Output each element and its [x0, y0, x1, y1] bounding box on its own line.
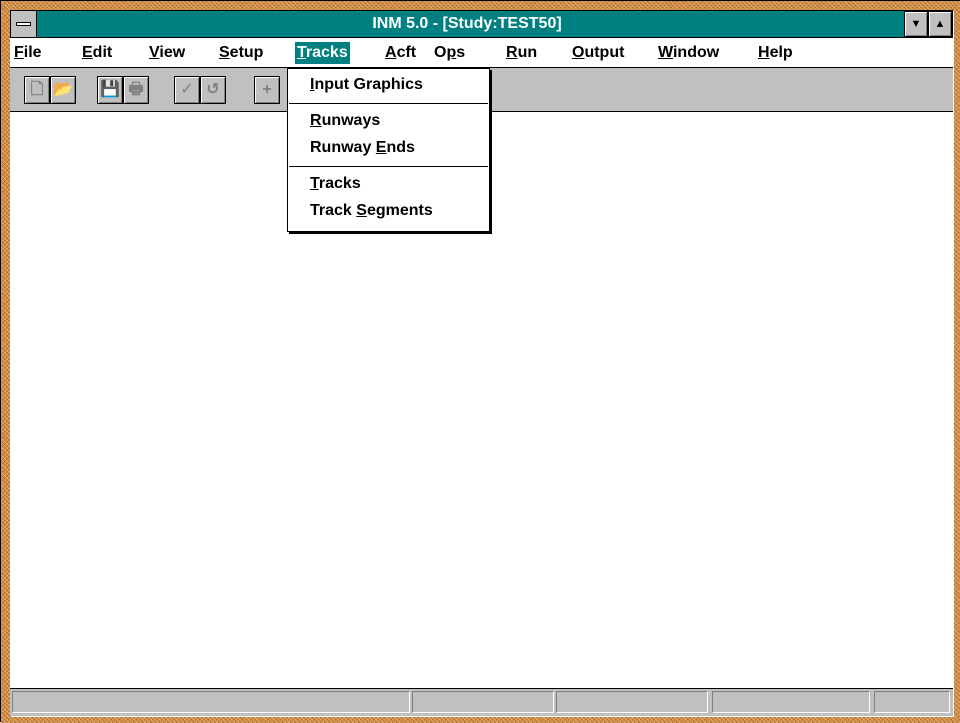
- window-border-right[interactable]: [954, 1, 960, 723]
- menu-acft[interactable]: Acft: [383, 42, 418, 64]
- status-pane: [412, 691, 554, 713]
- new-file-button[interactable]: 🗋: [24, 76, 50, 104]
- status-pane: [712, 691, 870, 713]
- menu-help[interactable]: Help: [756, 42, 795, 64]
- undo-icon: ↺: [206, 81, 220, 98]
- triangle-up-icon: ▲: [934, 18, 946, 30]
- open-folder-button[interactable]: 📂: [50, 76, 76, 104]
- menu-output[interactable]: Output: [570, 42, 626, 64]
- status-pane: [874, 691, 950, 713]
- menu-item-runway-ends[interactable]: Runway Ends: [288, 135, 489, 161]
- system-menu-icon: [16, 22, 31, 26]
- undo-button[interactable]: ↺: [200, 76, 226, 104]
- tracks-menu-dropdown: Input Graphics Runways Runway Ends Tracks Tr…: [287, 68, 490, 232]
- menu-setup[interactable]: Setup: [217, 42, 265, 64]
- menu-view[interactable]: View: [147, 42, 187, 64]
- save-icon: 💾: [100, 81, 120, 98]
- menu-item-input-graphics[interactable]: Input Graphics: [288, 72, 489, 98]
- menu-item-runways[interactable]: Runways: [288, 108, 489, 134]
- system-menu-button[interactable]: [11, 11, 37, 37]
- plus-icon: +: [262, 81, 272, 98]
- menu-tracks[interactable]: Tracks: [295, 42, 350, 64]
- menu-separator: [289, 166, 488, 167]
- window-title: INM 5.0 - [Study:TEST50]: [372, 15, 562, 32]
- menu-item-track-segments[interactable]: Track Segments: [288, 198, 489, 224]
- open-folder-icon: 📂: [53, 81, 73, 98]
- new-file-icon: 🗋: [30, 81, 44, 98]
- title-bar[interactable]: INM 5.0 - [Study:TEST50] ▼ ▲: [10, 10, 953, 38]
- plus-button[interactable]: +: [254, 76, 280, 104]
- check-icon: ✓: [180, 81, 194, 98]
- print-button[interactable]: 🖶: [123, 76, 149, 104]
- maximize-button[interactable]: ▲: [928, 11, 952, 37]
- status-pane: [556, 691, 708, 713]
- menu-edit[interactable]: Edit: [80, 42, 114, 64]
- window-border-bottom[interactable]: [1, 717, 960, 723]
- menu-bar: File Edit View Setup Tracks Acft Ops Run Output W…: [10, 38, 953, 68]
- menu-separator: [289, 103, 488, 104]
- save-button[interactable]: 💾: [97, 76, 123, 104]
- menu-ops[interactable]: Ops: [432, 42, 467, 64]
- menu-item-tracks[interactable]: Tracks: [288, 171, 489, 197]
- triangle-down-icon: ▼: [910, 18, 922, 30]
- menu-file[interactable]: File: [12, 42, 44, 64]
- menu-window[interactable]: Window: [656, 42, 721, 64]
- print-icon: 🖶: [128, 81, 144, 98]
- menu-run[interactable]: Run: [504, 42, 539, 64]
- minimize-button[interactable]: ▼: [904, 11, 928, 37]
- status-pane: [12, 691, 410, 713]
- check-button[interactable]: ✓: [174, 76, 200, 104]
- status-bar: [10, 688, 953, 716]
